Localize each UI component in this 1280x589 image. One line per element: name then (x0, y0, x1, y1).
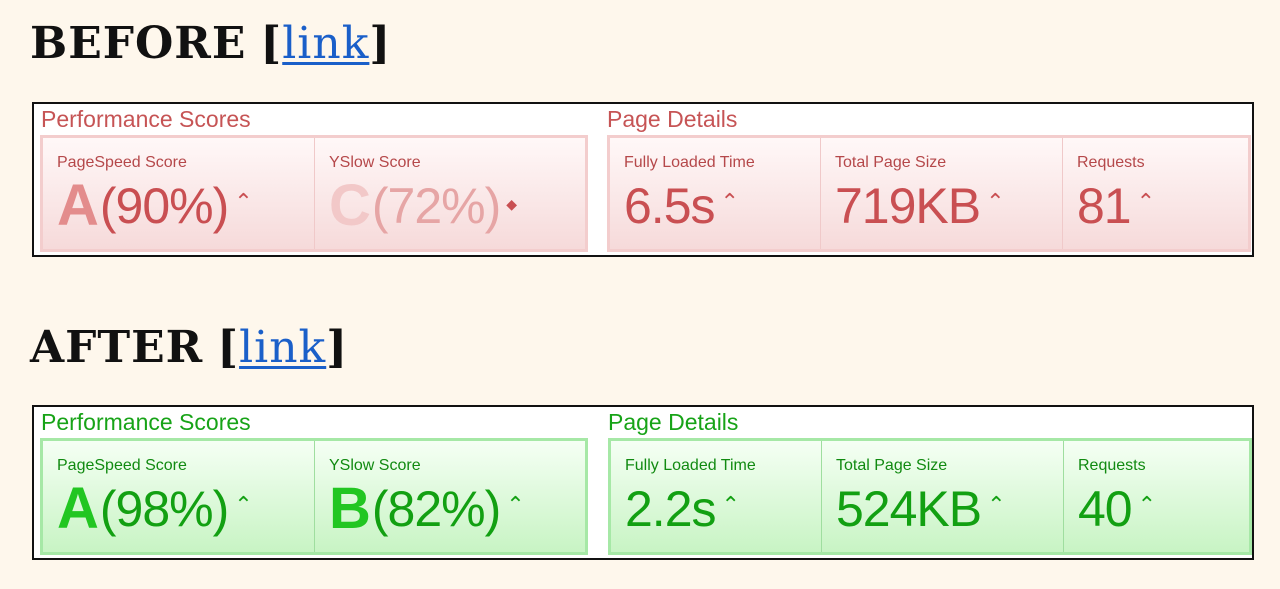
before-heading-text: BEFORE (30, 18, 247, 69)
requests-label: Requests (1077, 154, 1145, 171)
before-performance-panel: PageSpeed Score A (90%) ⌃ YSlow Score C … (40, 135, 588, 252)
up-arrow-icon: ⌃ (720, 189, 739, 214)
up-arrow-icon: ⌃ (234, 189, 252, 214)
before-yslow-cell: YSlow Score C (72%) ◆ (314, 138, 585, 249)
yslow-label: YSlow Score (329, 457, 421, 474)
before-report: Performance Scores Page Details PageSpee… (32, 102, 1254, 257)
size-value: 524KB ⌃ (836, 477, 1006, 541)
after-performance-panel: PageSpeed Score A (98%) ⌃ YSlow Score B … (40, 438, 588, 555)
after-heading: AFTER [link] (30, 322, 349, 374)
up-arrow-icon: ⌃ (234, 492, 252, 517)
after-link[interactable]: link (239, 322, 326, 374)
up-arrow-icon: ⌃ (506, 492, 524, 517)
after-report: Performance Scores Page Details PageSpee… (32, 405, 1254, 560)
yslow-grade: C (329, 173, 371, 238)
yslow-percent: (82%) (371, 481, 501, 537)
size-label: Total Page Size (836, 457, 948, 474)
yslow-grade: B (329, 476, 371, 541)
loaded-value: 2.2s ⌃ (625, 477, 740, 541)
yslow-value: C (72%) ◆ (329, 173, 517, 238)
up-arrow-icon: ⌃ (721, 492, 740, 517)
up-arrow-icon: ⌃ (987, 492, 1005, 517)
after-details-panel: Fully Loaded Time 2.2s ⌃ Total Page Size… (608, 438, 1252, 555)
size-label: Total Page Size (835, 154, 947, 171)
before-details-title: Page Details (607, 106, 738, 132)
yslow-percent: (72%) (371, 178, 501, 234)
up-arrow-icon: ⌃ (1137, 492, 1156, 517)
size-number: 719KB (835, 178, 981, 234)
after-heading-text: AFTER (30, 322, 204, 373)
before-performance-title: Performance Scores (41, 106, 251, 132)
before-heading: BEFORE [link] (30, 18, 392, 70)
pagespeed-label: PageSpeed Score (57, 154, 187, 171)
before-requests-cell: Requests 81 ⌃ (1062, 138, 1248, 249)
after-yslow-cell: YSlow Score B (82%) ⌃ (314, 441, 585, 552)
requests-label: Requests (1078, 457, 1146, 474)
after-details-title: Page Details (608, 409, 739, 435)
up-arrow-icon: ⌃ (986, 189, 1004, 214)
before-loaded-cell: Fully Loaded Time 6.5s ⌃ (610, 138, 820, 249)
requests-number: 81 (1077, 178, 1132, 234)
after-performance-title: Performance Scores (41, 409, 251, 435)
pagespeed-value: A (90%) ⌃ (57, 173, 253, 238)
loaded-number: 6.5s (624, 178, 716, 234)
loaded-value: 6.5s ⌃ (624, 174, 739, 238)
pagespeed-label: PageSpeed Score (57, 457, 187, 474)
requests-number: 40 (1078, 481, 1133, 537)
yslow-label: YSlow Score (329, 154, 421, 171)
loaded-number: 2.2s (625, 481, 717, 537)
size-number: 524KB (836, 481, 982, 537)
pagespeed-grade: A (57, 173, 99, 238)
pagespeed-value: A (98%) ⌃ (57, 476, 253, 541)
requests-value: 81 ⌃ (1077, 174, 1155, 238)
before-size-cell: Total Page Size 719KB ⌃ (820, 138, 1062, 249)
after-size-cell: Total Page Size 524KB ⌃ (821, 441, 1063, 552)
before-details-panel: Fully Loaded Time 6.5s ⌃ Total Page Size… (607, 135, 1251, 252)
yslow-value: B (82%) ⌃ (329, 476, 525, 541)
after-pagespeed-cell: PageSpeed Score A (98%) ⌃ (43, 441, 314, 552)
after-loaded-cell: Fully Loaded Time 2.2s ⌃ (611, 441, 821, 552)
diamond-icon: ◆ (506, 196, 517, 212)
before-pagespeed-cell: PageSpeed Score A (90%) ⌃ (43, 138, 314, 249)
pagespeed-percent: (98%) (99, 481, 229, 537)
size-value: 719KB ⌃ (835, 174, 1005, 238)
after-requests-cell: Requests 40 ⌃ (1063, 441, 1249, 552)
pagespeed-grade: A (57, 476, 99, 541)
before-link[interactable]: link (282, 18, 369, 70)
up-arrow-icon: ⌃ (1136, 189, 1155, 214)
pagespeed-percent: (90%) (99, 178, 229, 234)
requests-value: 40 ⌃ (1078, 477, 1156, 541)
